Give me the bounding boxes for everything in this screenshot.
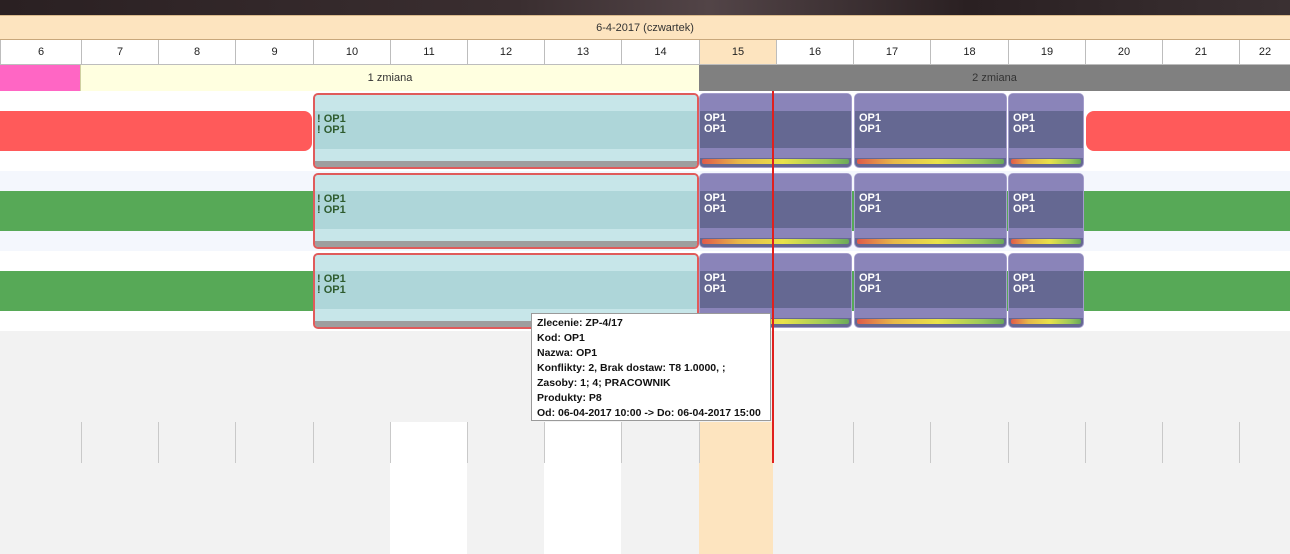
tooltip-nazwa: Nazwa: OP1 bbox=[537, 347, 598, 359]
task-op1-row1-d[interactable]: OP1 OP1 bbox=[1008, 93, 1084, 168]
availability-bar-row1-right[interactable] bbox=[1086, 111, 1290, 151]
hour-cell-15[interactable]: 15 bbox=[699, 40, 776, 64]
task-label: OP1 OP1 bbox=[704, 192, 727, 215]
grid-line bbox=[930, 422, 931, 463]
shift-2-label: 2 zmiana bbox=[972, 72, 1017, 84]
task-op1-row2-d[interactable]: OP1 OP1 bbox=[1008, 173, 1084, 248]
task-label: OP1 OP1 bbox=[1013, 112, 1036, 135]
progress-gradient bbox=[857, 239, 1004, 244]
hour-cell-6[interactable]: 6 bbox=[0, 40, 81, 64]
grid-line bbox=[467, 422, 468, 463]
hour-cell-17[interactable]: 17 bbox=[853, 40, 930, 64]
current-time-line bbox=[772, 91, 774, 463]
window-top-strip bbox=[0, 0, 1290, 15]
hour-cell-8[interactable]: 8 bbox=[158, 40, 235, 64]
grid-line bbox=[235, 422, 236, 463]
task-op1-row3-c[interactable]: OP1 OP1 bbox=[854, 253, 1007, 328]
progress-gradient bbox=[857, 319, 1004, 324]
hour-cell-20[interactable]: 20 bbox=[1085, 40, 1162, 64]
grid-line bbox=[1162, 422, 1163, 463]
tooltip-zlecenie: Zlecenie: ZP-4/17 bbox=[537, 317, 623, 329]
progress-gradient bbox=[1011, 159, 1081, 164]
hour-cell-22[interactable]: 22 bbox=[1239, 40, 1290, 64]
task-op1-row1-b[interactable]: OP1 OP1 bbox=[699, 93, 852, 168]
task-label: OP1 OP1 bbox=[704, 112, 727, 135]
grid-line bbox=[313, 422, 314, 463]
shift-1-label: 1 zmiana bbox=[367, 72, 413, 84]
hour-cell-19[interactable]: 19 bbox=[1008, 40, 1085, 64]
grid-line bbox=[699, 422, 700, 463]
grid-line bbox=[1008, 422, 1009, 463]
task-label: ! OP1 ! OP1 bbox=[317, 273, 346, 296]
date-header: 6-4-2017 (czwartek) bbox=[0, 15, 1290, 40]
tooltip-produkty: Produkty: P8 bbox=[537, 392, 602, 404]
grid-line bbox=[1085, 422, 1086, 463]
hour-cell-21[interactable]: 21 bbox=[1162, 40, 1239, 64]
current-hour-column bbox=[699, 422, 773, 554]
task-tooltip: Zlecenie: ZP-4/17 Kod: OP1 Nazwa: OP1 Ko… bbox=[531, 313, 771, 421]
tooltip-kod: Kod: OP1 bbox=[537, 332, 585, 344]
progress-gradient bbox=[1011, 319, 1081, 324]
progress-gradient bbox=[702, 159, 849, 164]
hour-cell-18[interactable]: 18 bbox=[930, 40, 1008, 64]
task-op1-row2-b[interactable]: OP1 OP1 bbox=[699, 173, 852, 248]
hours-ruler: 6 7 8 9 10 11 12 13 14 15 16 17 18 19 20… bbox=[0, 40, 1290, 65]
hour-cell-7[interactable]: 7 bbox=[81, 40, 158, 64]
availability-bar-row1-left[interactable] bbox=[0, 111, 312, 151]
task-op1-row2[interactable]: ! OP1 ! OP1 bbox=[313, 173, 699, 249]
grid-line bbox=[621, 422, 622, 463]
task-label: OP1 OP1 bbox=[859, 272, 882, 295]
hour-cell-12[interactable]: 12 bbox=[467, 40, 544, 64]
hour-cell-9[interactable]: 9 bbox=[235, 40, 313, 64]
grid-line bbox=[544, 422, 545, 463]
grid-line bbox=[1239, 422, 1240, 463]
date-label: 6-4-2017 (czwartek) bbox=[596, 21, 694, 34]
task-label: OP1 OP1 bbox=[1013, 192, 1036, 215]
tooltip-konflikty: Konflikty: 2, Brak dostaw: T8 1.0000, ; bbox=[537, 362, 726, 374]
progress-gradient bbox=[857, 159, 1004, 164]
shift-2-block[interactable]: 2 zmiana bbox=[699, 65, 1290, 91]
task-label: OP1 OP1 bbox=[1013, 272, 1036, 295]
hour-cell-10[interactable]: 10 bbox=[313, 40, 390, 64]
grid-line bbox=[853, 422, 854, 463]
task-label: OP1 OP1 bbox=[859, 192, 882, 215]
task-op1-row3-d[interactable]: OP1 OP1 bbox=[1008, 253, 1084, 328]
shift-1-block[interactable]: 1 zmiana bbox=[80, 65, 699, 91]
tooltip-zasoby: Zasoby: 1; 4; PRACOWNIK bbox=[537, 377, 671, 389]
task-label: ! OP1 ! OP1 bbox=[317, 113, 346, 136]
task-label: ! OP1 ! OP1 bbox=[317, 193, 346, 216]
hour-cell-11[interactable]: 11 bbox=[390, 40, 467, 64]
shift-row: 1 zmiana 2 zmiana bbox=[0, 65, 1290, 91]
column-shade bbox=[390, 422, 467, 554]
hour-cell-14[interactable]: 14 bbox=[621, 40, 699, 64]
task-op1-row1-c[interactable]: OP1 OP1 bbox=[854, 93, 1007, 168]
grid-line bbox=[390, 422, 391, 463]
task-label: OP1 OP1 bbox=[704, 272, 727, 295]
hour-cell-13[interactable]: 13 bbox=[544, 40, 621, 64]
previous-shift-block[interactable] bbox=[0, 65, 80, 91]
progress-gradient bbox=[1011, 239, 1081, 244]
progress-gradient bbox=[702, 239, 849, 244]
task-op1-row2-c[interactable]: OP1 OP1 bbox=[854, 173, 1007, 248]
hour-cell-16[interactable]: 16 bbox=[776, 40, 853, 64]
grid-line bbox=[81, 422, 82, 463]
task-label: OP1 OP1 bbox=[859, 112, 882, 135]
grid-line bbox=[158, 422, 159, 463]
column-shade bbox=[544, 422, 621, 554]
tooltip-zakres: Od: 06-04-2017 10:00 -> Do: 06-04-2017 1… bbox=[537, 407, 761, 419]
task-op1-row1[interactable]: ! OP1 ! OP1 bbox=[313, 93, 699, 169]
